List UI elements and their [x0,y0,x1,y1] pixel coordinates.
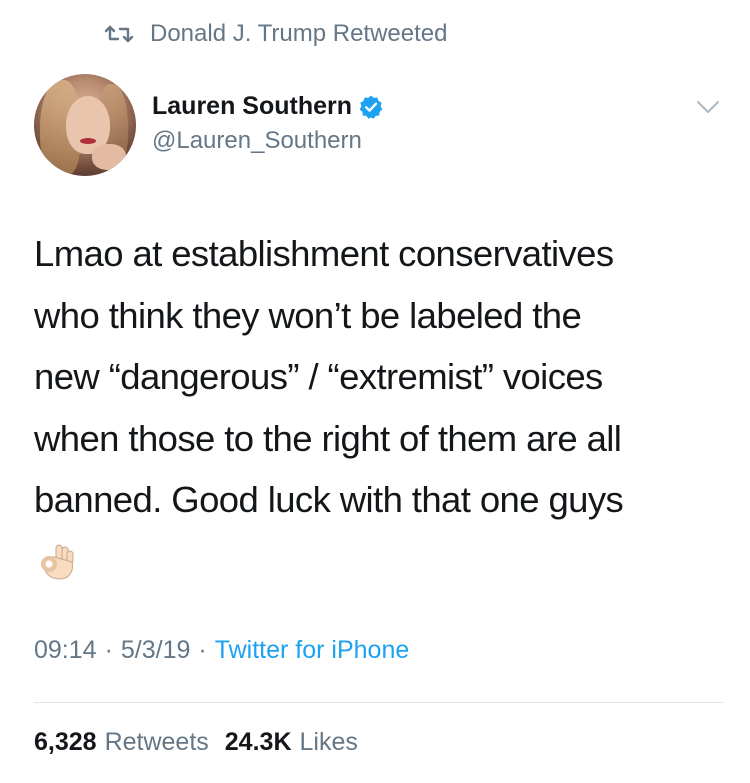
author-name[interactable]: Lauren Southern [152,92,384,121]
meta-separator: · [198,636,207,664]
tweet-meta: 09:14 · 5/3/19 · Twitter for iPhone [34,636,409,665]
author-handle[interactable]: @Lauren_Southern [152,127,362,155]
divider [34,702,724,703]
avatar[interactable] [34,74,136,176]
tweet-stats: 6,328 Retweets 24.3K Likes [34,728,358,757]
likes-count: 24.3K [224,728,292,756]
meta-separator: · [104,636,113,664]
likes-stat[interactable]: 24.3K Likes [225,728,358,757]
tweet-date: 5/3/19 [120,636,191,664]
avatar-hand [92,144,126,170]
retweet-icon [104,25,134,43]
retweets-stat[interactable]: 6,328 Retweets [34,728,209,757]
tweet-text: Lmao at establishment conservatives who … [34,233,624,520]
retweets-label: Retweets [104,728,209,756]
ok-hand-icon [41,544,74,580]
tweet-time: 09:14 [34,636,97,664]
retweets-count: 6,328 [34,728,97,756]
verified-badge-icon [359,95,383,119]
retweet-text: Donald J. Trump Retweeted [150,20,448,47]
author-name-text: Lauren Southern [152,92,353,120]
avatar-lips [80,138,96,144]
retweet-banner[interactable]: Donald J. Trump Retweeted [104,18,447,50]
likes-label: Likes [299,728,358,756]
chevron-down-icon[interactable] [696,99,720,115]
tweet-source-link[interactable]: Twitter for iPhone [215,636,410,665]
